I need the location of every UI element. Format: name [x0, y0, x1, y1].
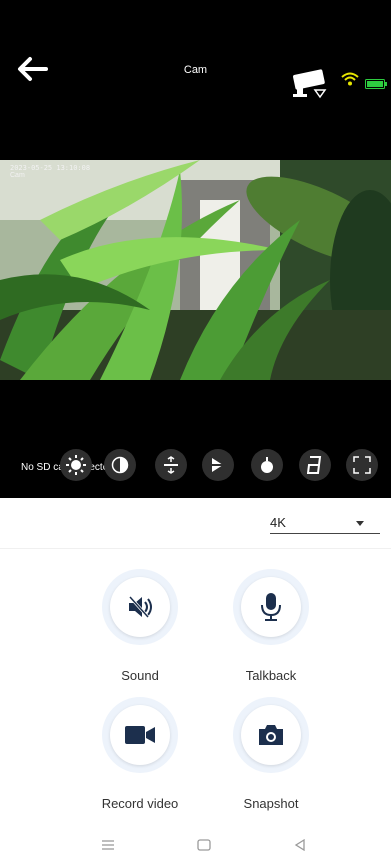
snapshot-button-face — [241, 705, 301, 765]
record-video-label: Record video — [101, 796, 179, 811]
digit-display-icon[interactable] — [299, 449, 331, 481]
page-title: Cam — [183, 64, 208, 76]
microphone-icon — [261, 593, 281, 621]
home-icon[interactable] — [197, 838, 211, 854]
record-video-button[interactable] — [102, 697, 178, 773]
camera-status-icon[interactable] — [291, 66, 329, 100]
live-video-feed[interactable] — [0, 160, 391, 380]
speaker-muted-icon — [128, 595, 152, 619]
system-nav-bar — [0, 832, 391, 860]
video-control-bar — [0, 380, 391, 498]
video-timestamp: 2023-05-25 13:10:08 — [10, 164, 91, 172]
video-frame-image — [0, 160, 391, 380]
menu-icon[interactable] — [101, 838, 115, 854]
quality-select[interactable]: 4K — [270, 515, 380, 534]
brightness-icon[interactable] — [60, 449, 92, 481]
fullscreen-icon[interactable] — [346, 449, 378, 481]
flip-horizontal-icon[interactable] — [202, 449, 234, 481]
back-triangle-icon[interactable] — [294, 838, 306, 854]
sound-button-face — [110, 577, 170, 637]
chevron-down-icon — [356, 521, 364, 526]
video-camera-icon — [125, 726, 155, 744]
talkback-label: Talkback — [245, 668, 297, 683]
record-video-button-face — [110, 705, 170, 765]
camera-icon — [259, 725, 283, 745]
contrast-icon[interactable] — [104, 449, 136, 481]
top-bar — [0, 0, 391, 160]
flip-vertical-icon[interactable] — [155, 449, 187, 481]
talkback-button-face — [241, 577, 301, 637]
divider — [0, 548, 391, 549]
video-channel-label: Cam — [10, 172, 25, 179]
sound-button[interactable] — [102, 569, 178, 645]
snapshot-label: Snapshot — [243, 796, 299, 811]
battery-icon — [365, 76, 387, 89]
talkback-button[interactable] — [233, 569, 309, 645]
night-mode-icon[interactable] — [251, 449, 283, 481]
wifi-icon — [341, 72, 359, 86]
sound-label: Sound — [121, 668, 159, 683]
snapshot-button[interactable] — [233, 697, 309, 773]
quality-value: 4K — [270, 515, 286, 530]
